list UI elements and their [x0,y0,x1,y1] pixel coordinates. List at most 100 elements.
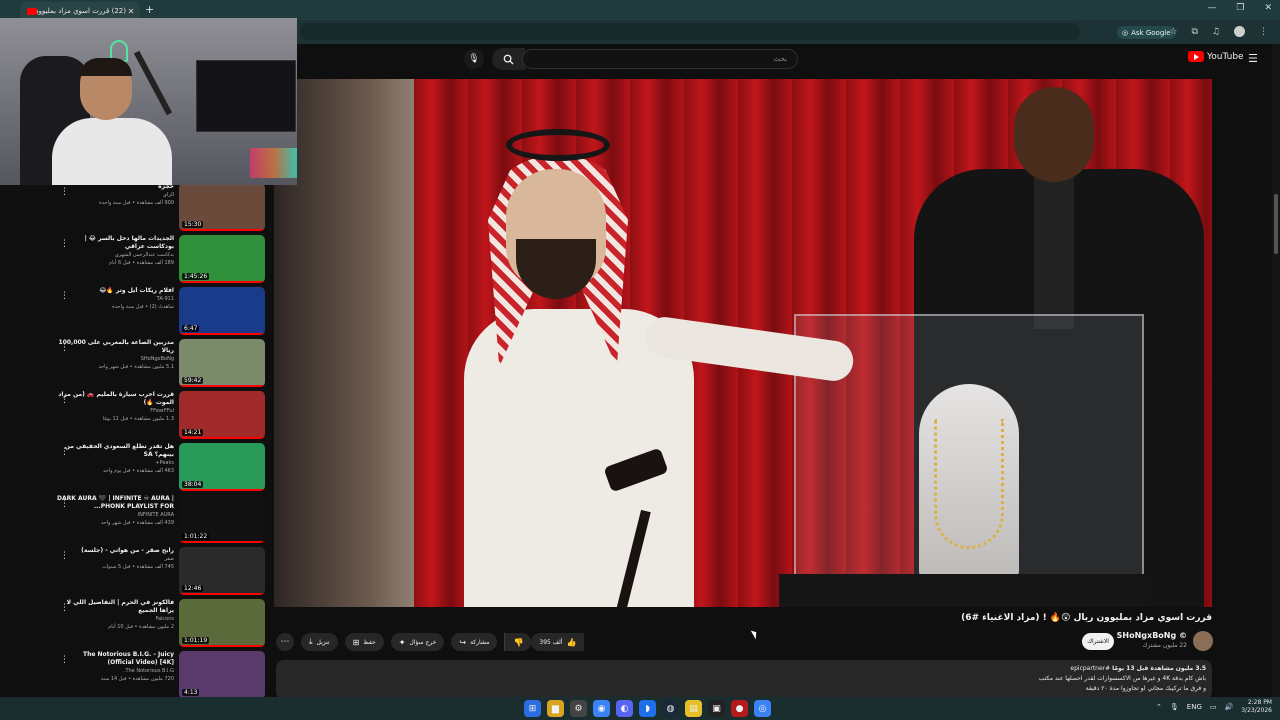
recommendation-thumbnail[interactable]: 1:45:26 [179,235,265,283]
recommendation-channel[interactable]: بدكاست عبدالرحمن الشهري [56,251,174,259]
more-vert-icon[interactable]: ⋮ [60,447,69,457]
recommendation-title[interactable]: The Notorious B.I.G. - Juicy (Official V… [56,651,174,667]
share-button[interactable]: ↪ مشاركة [451,633,498,651]
windows-start-icon[interactable]: ⊞ [524,700,541,717]
more-vert-icon[interactable]: ⋮ [60,603,69,613]
terminal-icon[interactable]: ▣ [708,700,725,717]
dislike-button[interactable]: 👎 [504,633,532,651]
recommendation-title[interactable]: قررت اخرب سيارة بالمليم 🚗 (من مزاد الموت… [56,391,174,407]
recommendation-channel[interactable]: Falcons [56,615,174,623]
youtube-play-icon [1188,51,1204,62]
chrome-icon[interactable]: ◉ [593,700,610,717]
search-button[interactable] [492,48,525,70]
recommendation-channel[interactable]: SHoNgxBoNg [56,355,174,363]
like-button[interactable]: 395 ألف 👍 [531,633,585,651]
notes-icon[interactable]: ▤ [685,700,702,717]
hamburger-menu-icon[interactable]: ☰ [1248,52,1258,65]
minimize-icon[interactable]: — [1207,3,1216,13]
close-window-icon[interactable]: ✕ [1264,3,1272,13]
more-vert-icon[interactable]: ⋮ [1259,27,1268,37]
recommendation-thumbnail[interactable]: 12:46 [179,547,265,595]
recommendation-thumbnail[interactable]: 1:01:22 [179,495,265,543]
recommendation-item[interactable]: 59:42 مدربين الصاعة بالمغربي على 100,000 … [56,339,268,389]
page-scrollbar[interactable] [1272,44,1280,697]
more-vert-icon[interactable]: ⋮ [60,187,69,197]
recommendation-thumbnail[interactable]: 6:47 [179,287,265,335]
recommendation-thumbnail[interactable]: 1:01:19 [179,599,265,647]
edge-icon[interactable]: ◗ [639,700,656,717]
recommendation-item[interactable]: 1:01:19 فالكونز في الحرم | التفاصيل اللي … [56,599,268,649]
chevron-up-icon[interactable]: ⌃ [1156,703,1162,711]
more-vert-icon[interactable]: ⋮ [60,499,69,509]
recommendation-item[interactable]: 4:13 The Notorious B.I.G. - Juicy (Offici… [56,651,268,697]
recommendation-title[interactable]: الجديدات مالها دخل بالسر 😂 | بودكاست عرا… [56,235,174,251]
recommendation-item[interactable]: 1:45:26 الجديدات مالها دخل بالسر 😂 | بودك… [56,235,268,285]
more-vert-icon[interactable]: ⋮ [60,551,69,561]
star-icon[interactable]: ☆ [1169,27,1177,37]
clock[interactable]: 2:28 PM 3/23/2026 [1241,699,1272,715]
recorder-icon[interactable]: ● [731,700,748,717]
voice-search-button[interactable]: 🎙 [464,49,484,69]
recommendation-channel[interactable]: The Notorious B.I.G. [56,667,174,675]
address-bar[interactable] [300,23,1080,40]
lang-indicator[interactable]: ENG [1187,703,1202,711]
more-vert-icon[interactable]: ⋮ [60,395,69,405]
desc-hashtag[interactable]: #epicpartner [1070,665,1110,672]
recommendation-item[interactable]: 38:04 هل تقدر تطلع السعودي الحقيقي من بين… [56,443,268,493]
recommendation-thumbnail[interactable]: 59:42 [179,339,265,387]
file-explorer-icon[interactable]: ▆ [547,700,564,717]
video-player[interactable] [274,79,1212,607]
save-button[interactable]: ⊞ حفظ [344,633,384,651]
recommendation-item[interactable]: 15:30 حجزه الزاي 900 ألف مشاهدة • قبل سنة و… [56,185,268,233]
search-input[interactable]: بحث [522,49,798,69]
recommendation-title[interactable]: DARK AURA 🖤 | INFINITE ♾ AURA | PHONK PL… [56,495,174,511]
recommendation-title[interactable]: رابح صقر - من هواتي - (جلسة) [56,547,174,555]
more-vert-icon[interactable]: ⋮ [60,343,69,353]
ask-button[interactable]: ✦ خرج سؤال [390,633,445,651]
maximize-icon[interactable]: ❐ [1236,3,1244,13]
recommendation-thumbnail[interactable]: 15:30 [179,185,265,231]
recommendation-thumbnail[interactable]: 14:21 [179,391,265,439]
recommendation-title[interactable]: افلام ريكات أيل وتر 🔥😂 [56,287,174,295]
desc-line-1: باش كام بدفة 4K و غيرها من الاكسسوارات ل… [1038,675,1206,682]
media-icon[interactable]: ♫ [1212,27,1220,37]
recommendation-title[interactable]: مدربين الصاعة بالمغربي على 100,000 ريالا [56,339,174,355]
recommendation-item[interactable]: 12:46 رابح صقر - من هواتي - (جلسة) صقر 745 … [56,547,268,597]
recommendation-channel[interactable]: صقر [56,555,174,563]
recommendation-channel[interactable]: TA-911 [56,295,174,303]
volume-icon[interactable]: 🔊 [1225,703,1234,711]
ask-google-button[interactable]: ◎ Ask Google [1117,26,1176,39]
recommendation-thumbnail[interactable]: 38:04 [179,443,265,491]
recommendation-item[interactable]: 14:21 قررت اخرب سيارة بالمليم 🚗 (من مزاد … [56,391,268,441]
more-actions-button[interactable]: ⋯ [276,633,294,651]
recommendation-item[interactable]: 6:47 افلام ريكات أيل وتر 🔥😂 TA-911 شاهدتُ (… [56,287,268,337]
download-button[interactable]: ⤓ تنزيل [301,633,338,651]
steam-icon[interactable]: ◍ [662,700,679,717]
video-scene-stand [779,574,1149,607]
recommendation-channel[interactable]: Peaks+ [56,459,174,467]
channel-name[interactable]: SHoNgxBoNg © [1117,631,1187,640]
channel-avatar[interactable] [1193,631,1213,651]
youtube-logo[interactable]: YouTube [1188,51,1244,62]
plus-icon[interactable]: + [145,3,154,16]
video-description[interactable]: 3.5 مليون مشاهدة قبل 13 يومًا #epicpartn… [276,660,1212,700]
recommendation-thumbnail[interactable]: 4:13 [179,651,265,697]
recommendation-item[interactable]: 1:01:22 DARK AURA 🖤 | INFINITE ♾ AURA | P… [56,495,268,545]
recommendation-title[interactable]: هل تقدر تطلع السعودي الحقيقي من بينهم؟ S… [56,443,174,459]
network-icon[interactable]: ▭ [1210,703,1217,711]
discord-icon[interactable]: ◐ [616,700,633,717]
profile-avatar[interactable] [1234,26,1245,37]
more-vert-icon[interactable]: ⋮ [60,291,69,301]
subscribe-button[interactable]: الاشتراك [1082,633,1114,650]
recommendation-channel[interactable]: INFINITE AURA [56,511,174,519]
extensions-icon[interactable]: ⧉ [1191,27,1197,37]
mic-tray-icon[interactable]: 🎙 [1170,703,1179,711]
recommendation-channel[interactable]: FFearFFul [56,407,174,415]
close-tab-icon[interactable]: ✕ [126,7,136,16]
recommendation-channel[interactable]: الزاي [56,191,174,199]
chrome-active-icon[interactable]: ◎ [754,700,771,717]
settings-icon[interactable]: ⚙ [570,700,587,717]
more-vert-icon[interactable]: ⋮ [60,655,69,665]
more-vert-icon[interactable]: ⋮ [60,239,69,249]
recommendation-title[interactable]: فالكونز في الحرم | التفاصيل اللي لا يراه… [56,599,174,615]
